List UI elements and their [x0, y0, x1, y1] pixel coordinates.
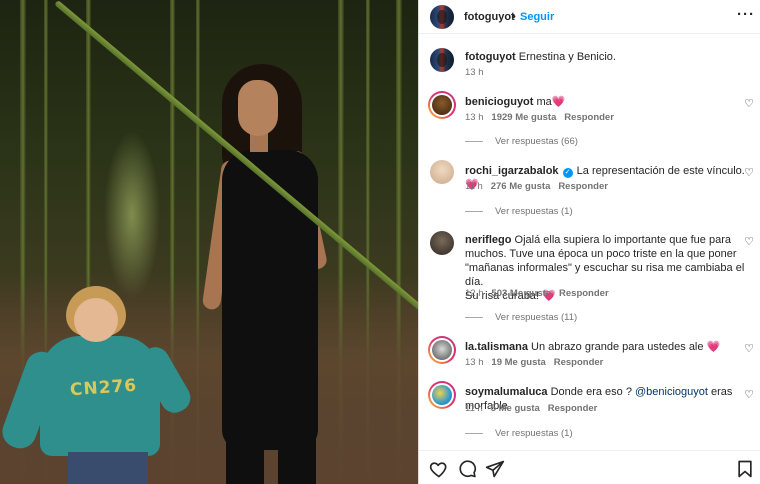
caption: fotoguyot Ernestina y Benicio.	[465, 50, 616, 64]
commenter-avatar[interactable]	[428, 91, 456, 119]
comment-icon[interactable]	[457, 459, 477, 479]
commenter-avatar[interactable]	[430, 231, 454, 255]
comment-meta: 13 h 1929 Me gusta Responder	[465, 112, 614, 123]
comment-text-line: "mañanas informales" y escuchar su risa …	[465, 262, 745, 288]
view-replies-button[interactable]: Ver respuestas (66)	[495, 136, 578, 147]
like-comment-icon[interactable]: ♡	[743, 389, 755, 401]
caption-avatar[interactable]	[430, 48, 454, 72]
post-photo[interactable]: CN276	[0, 0, 418, 484]
heart-outline-icon[interactable]	[429, 459, 449, 479]
comment-meta: 11 h 276 Me gusta Responder	[465, 181, 608, 192]
comment: la.talismana Un abrazo grande para usted…	[465, 340, 720, 354]
like-comment-icon[interactable]: ♡	[743, 343, 755, 355]
author-username[interactable]: fotoguyot	[464, 11, 515, 23]
verified-badge-icon: ✓	[562, 168, 573, 178]
replies-divider	[465, 433, 483, 434]
post-header: fotoguyot • Seguir ···	[419, 0, 760, 34]
comment: benicioguyot ma💗	[465, 95, 566, 109]
post-sidebar: fotoguyot • Seguir ··· fotoguyot Ernesti…	[418, 0, 760, 484]
comment-meta: 12 h 503 Me gusta Responder	[465, 288, 609, 299]
comment-likes[interactable]: 19 Me gusta	[491, 357, 545, 368]
comment-meta: 11 h 5 Me gusta Responder	[465, 403, 597, 414]
comment-time: 13 h	[465, 112, 484, 123]
post-action-bar	[419, 450, 760, 484]
comment-text: Un abrazo grande para ustedes ale	[531, 341, 704, 353]
woman-leg	[278, 390, 316, 484]
comment-username[interactable]: benicioguyot	[465, 96, 533, 108]
separator-dot: •	[512, 11, 516, 23]
comment-username[interactable]: la.talismana	[465, 341, 528, 353]
view-replies-button[interactable]: Ver respuestas (1)	[495, 206, 573, 217]
comment-text: ma	[536, 96, 552, 108]
view-replies-button[interactable]: Ver respuestas (1)	[495, 428, 573, 439]
share-icon[interactable]	[485, 459, 505, 479]
woman-face	[238, 80, 278, 136]
comment-likes[interactable]: 503 Me gusta	[491, 288, 551, 299]
reply-button[interactable]: Responder	[559, 288, 609, 299]
like-comment-icon[interactable]: ♡	[743, 98, 755, 110]
child-legs	[68, 452, 148, 484]
reply-button[interactable]: Responder	[558, 181, 608, 192]
comment-text-line: muchos. Tuve una época un poco triste en…	[465, 248, 737, 260]
replies-divider	[465, 211, 483, 212]
reply-button[interactable]: Responder	[564, 112, 614, 123]
comment-time: 12 h	[465, 288, 484, 299]
more-horizontal-icon[interactable]: ···	[737, 6, 755, 23]
comment-text-line: Ojalá ella supiera lo importante que fue…	[514, 234, 731, 246]
reply-button[interactable]: Responder	[548, 403, 598, 414]
heart-emoji: 💗	[706, 341, 721, 353]
comment-time: 13 h	[465, 357, 484, 368]
comment-username[interactable]: soymalumaluca	[465, 386, 548, 398]
mention-link[interactable]: @benicioguyot	[635, 386, 708, 398]
caption-username[interactable]: fotoguyot	[465, 51, 516, 63]
woman-leg	[226, 390, 264, 484]
commenter-avatar[interactable]	[428, 381, 456, 409]
child-face	[74, 298, 118, 342]
follow-button[interactable]: Seguir	[520, 11, 554, 23]
like-comment-icon[interactable]: ♡	[743, 236, 755, 248]
comment-text: La representación de este vínculo.	[576, 165, 745, 177]
comment-likes[interactable]: 1929 Me gusta	[491, 112, 556, 123]
comment-meta: 13 h 19 Me gusta Responder	[465, 357, 603, 368]
replies-divider	[465, 317, 483, 318]
comment-text: Donde era eso ?	[550, 386, 632, 398]
comment-username[interactable]: rochi_igarzabalok	[465, 165, 559, 177]
view-replies-button[interactable]: Ver respuestas (11)	[495, 312, 577, 323]
commenter-avatar[interactable]	[430, 160, 454, 184]
bookmark-icon[interactable]	[735, 459, 755, 479]
caption-text: Ernestina y Benicio.	[518, 51, 616, 63]
like-comment-icon[interactable]: ♡	[743, 167, 755, 179]
comment-time: 11 h	[465, 403, 483, 414]
comment-likes[interactable]: 5 Me gusta	[491, 403, 540, 414]
comment-username[interactable]: neriflego	[465, 234, 511, 246]
reply-button[interactable]: Responder	[554, 357, 604, 368]
replies-divider	[465, 141, 483, 142]
comment-likes[interactable]: 276 Me gusta	[491, 181, 551, 192]
commenter-avatar[interactable]	[428, 336, 456, 364]
heart-emoji: 💗	[551, 96, 566, 108]
comment-time: 11 h	[465, 181, 483, 192]
author-avatar[interactable]	[430, 5, 454, 29]
caption-time: 13 h	[465, 67, 484, 78]
